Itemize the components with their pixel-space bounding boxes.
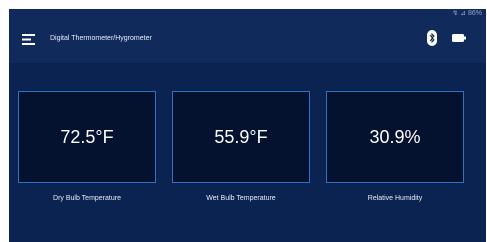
battery-icon (452, 34, 466, 42)
dry-bulb-label: Dry Bulb Temperature (53, 195, 121, 202)
app-screen: ↯ ⊿ 86% Digital Thermometer/Hygrometer 7… (9, 9, 486, 242)
wet-bulb-label: Wet Bulb Temperature (206, 195, 276, 202)
wet-bulb-value: 55.9°F (214, 126, 268, 147)
dry-bulb-card: 72.5°F (18, 91, 156, 183)
status-bar: ↯ ⊿ 86% (9, 9, 486, 19)
dry-bulb-value: 72.5°F (60, 126, 114, 147)
app-title: Digital Thermometer/Hygrometer (50, 35, 152, 42)
wet-bulb-card: 55.9°F (172, 91, 310, 183)
humidity-value: 30.9% (369, 126, 421, 147)
humidity-card: 30.9% (326, 91, 464, 183)
app-bar: Digital Thermometer/Hygrometer (9, 19, 486, 63)
status-indicators: ↯ ⊿ 86% (452, 10, 482, 17)
bluetooth-icon[interactable] (427, 30, 437, 46)
menu-icon[interactable] (22, 33, 35, 46)
humidity-label: Relative Humidity (367, 195, 423, 202)
